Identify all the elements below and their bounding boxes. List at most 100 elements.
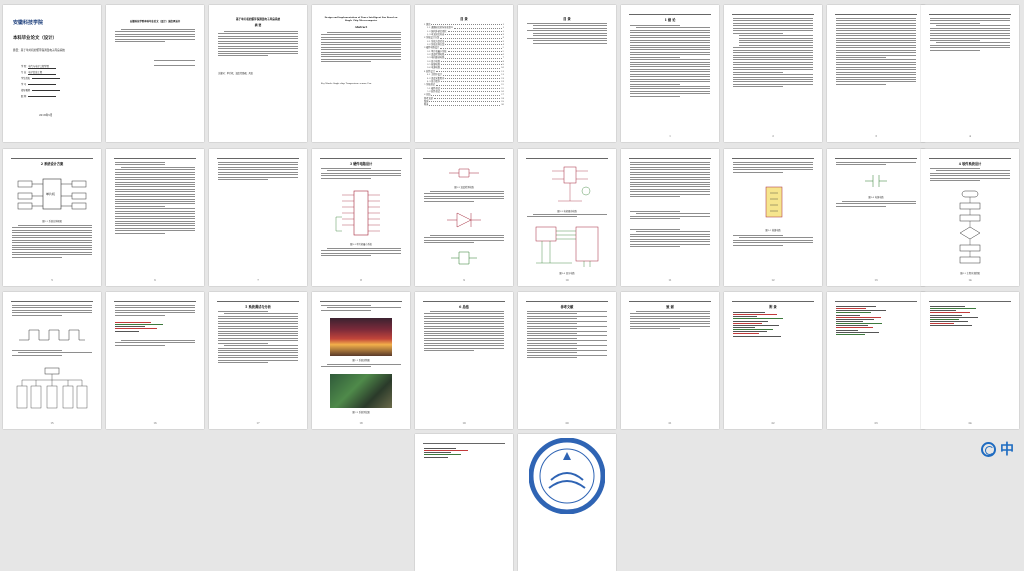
page-thumbnail-26[interactable]: 参考文献 20 — [518, 292, 616, 429]
page-thumbnail-13[interactable]: 7 — [209, 149, 307, 286]
body-text — [733, 235, 813, 247]
page-thumbnail-19[interactable]: 图3-6 电源电路 13 — [827, 149, 925, 286]
display-schematic — [535, 226, 599, 267]
body-text — [733, 162, 813, 174]
toc-leader-dots — [440, 63, 502, 66]
page-thumbnail-28[interactable]: 附 录 22 — [724, 292, 822, 429]
body-text — [12, 305, 92, 317]
system-block-diagram: 单片机 — [17, 178, 87, 210]
body-text — [836, 18, 916, 86]
toc-leader-dots — [435, 83, 501, 86]
code-listing — [930, 306, 1010, 327]
page-thumbnail-2[interactable]: 安徽科技学院本科毕业论文（设计）诚信承诺书 — [106, 5, 204, 142]
cover-field-title: 职 称 — [21, 94, 57, 98]
body-text — [12, 350, 92, 357]
page-thumbnail-9[interactable]: 3 — [827, 5, 925, 142]
page-title: Design and Implementation of Power Intel… — [324, 17, 398, 22]
table-of-contents: 1 绪论 1 1.1 课题研究的背景和意义 1 1.2 国内外研究现状 1 1.3 本文研究… — [424, 23, 504, 107]
page-thumbnail-24[interactable]: 图5-1 系统实物图 图5-2 系统测试图 18 — [312, 292, 410, 429]
cover-date: 2018年5月 — [39, 114, 53, 117]
cover-field-college: 学 院电气与电子工程学院 — [21, 64, 57, 69]
school-name: 安徽科技学院 — [13, 20, 44, 26]
page-title: 目 录 — [563, 17, 571, 21]
chapter-title: 4 软件系统设计 — [958, 162, 982, 166]
figure-caption: 图3-4 显示电路 — [559, 272, 575, 275]
body-text — [527, 214, 607, 219]
motor-driver-schematic — [552, 166, 591, 202]
page-thumbnail-11[interactable]: 2 系统设计方案 单片机 图2-1 系统总体框图 5 — [3, 149, 101, 286]
figure-caption: 图3-2 温度检测电路 — [454, 186, 474, 189]
figure-caption: 图5-2 系统测试图 — [352, 411, 370, 414]
thesis-type: 本科毕业论文（设计） — [13, 36, 57, 41]
thumbnail-grid: 安徽科技学院 本科毕业论文（设计） 题目：基于单片机的聚环保调温电子风扇系统 学… — [0, 0, 1024, 571]
toc-leader-dots — [445, 77, 501, 79]
figure-caption: 图3-1 单片机最小系统 — [350, 243, 372, 246]
toc-leader-dots — [431, 23, 502, 26]
toc-leader-dots — [445, 56, 502, 59]
figure-caption: 图2-1 系统总体框图 — [42, 220, 62, 223]
figure-caption: 图3-3 电机驱动电路 — [557, 210, 577, 213]
page-thumbnail-25[interactable]: 6 总结 19 — [415, 292, 513, 429]
toc-leader-dots — [440, 87, 501, 89]
university-emblem — [529, 438, 605, 514]
toc-leader-dots — [431, 93, 501, 96]
references-list — [527, 311, 607, 360]
page-thumbnail-17[interactable]: 11 — [621, 149, 719, 286]
body-text — [218, 162, 298, 182]
body-text — [115, 162, 195, 235]
body-text — [321, 364, 401, 369]
body-text — [630, 229, 710, 249]
page-thumbnail-29[interactable]: 23 — [827, 292, 925, 429]
page-thumbnail-30[interactable]: 24 — [921, 292, 1019, 429]
page-thumbnail-7[interactable]: 1 绪 论 1 — [621, 5, 719, 142]
body-text — [836, 201, 916, 208]
toc-lines — [527, 23, 607, 45]
page-title: 安徽科技学院本科毕业论文（设计）诚信承诺书 — [129, 20, 181, 23]
chapter-title: 5 系统调试与分析 — [245, 305, 271, 309]
toc-leader-dots — [440, 60, 502, 63]
page-thumbnail-20[interactable]: 4 软件系统设计 图4-1 主程序流程图 14 — [921, 149, 1019, 286]
toc-entry[interactable]: 附录 20 — [424, 103, 504, 106]
page-thumbnail-1[interactable]: 安徽科技学院 本科毕业论文（设计） 题目：基于单片机的聚环保调温电子风扇系统 学… — [3, 5, 101, 142]
page-thumbnail-8[interactable]: 2 — [724, 5, 822, 142]
page-thumbnail-16[interactable]: 图3-3 电机驱动电路 图3-4 显示电路 10 — [518, 149, 616, 286]
chapter-title: 参考文献 — [560, 305, 574, 309]
page-thumbnail-6[interactable]: 目 录 — [518, 5, 616, 142]
body-text — [218, 311, 298, 365]
page-thumbnail-22[interactable]: 16 — [106, 292, 204, 429]
page-thumbnail-18[interactable]: 图3-5 按键电路 12 — [724, 149, 822, 286]
page-thumbnail-15[interactable]: 图3-2 温度检测电路 9 — [415, 149, 513, 286]
page-thumbnail-3[interactable]: 基于单片机的聚环保调温电子风扇系统 摘 要 关键词：单片机；温度传感器；风扇 — [209, 5, 307, 142]
code-listing — [836, 306, 916, 336]
toc-leader-dots — [435, 70, 501, 73]
toc-leader-dots — [440, 36, 502, 39]
toc-leader-dots — [440, 80, 501, 83]
body-text — [630, 162, 710, 199]
page-thumbnail-5[interactable]: 目 录 1 绪论 1 1.1 课题研究的背景和意义 1 1.2 国内外研究现状 1 1.3 … — [415, 5, 513, 142]
page-thumbnail-27[interactable]: 致 谢 21 — [621, 292, 719, 429]
body-text — [424, 311, 504, 352]
figure-caption: 图3-5 按键电路 — [765, 229, 781, 232]
logo-icon — [981, 441, 996, 457]
page-thumbnail-10[interactable]: 4 — [921, 5, 1019, 142]
page-thumbnail-31[interactable] — [415, 434, 513, 571]
page-thumbnail-21[interactable]: 15 — [3, 292, 101, 429]
page-thumbnail-32[interactable] — [518, 434, 616, 571]
site-badge[interactable]: 中 — [981, 437, 1014, 461]
page-title: 目 录 — [460, 17, 468, 21]
cover-field-student: 学生姓名 — [21, 76, 61, 80]
page-thumbnail-23[interactable]: 5 系统调试与分析 17 — [209, 292, 307, 429]
body-text — [115, 305, 195, 317]
body-text — [218, 31, 298, 58]
toc-leader-dots — [445, 40, 502, 43]
page-thumbnail-4[interactable]: Design and Implementation of Power Intel… — [312, 5, 410, 142]
code-listing — [424, 448, 504, 459]
figure-caption: 图3-6 电源电路 — [868, 196, 884, 199]
circuit-diagram — [449, 168, 479, 178]
body-text — [630, 311, 710, 331]
body-text — [930, 168, 1010, 183]
page-thumbnail-14[interactable]: 3 硬件电路设计 图3-1 单片机最小系统 8 — [312, 149, 410, 286]
body-text — [321, 32, 401, 64]
page-thumbnail-12[interactable]: 6 — [106, 149, 204, 286]
figure-caption: 图4-1 主程序流程图 — [960, 272, 980, 275]
